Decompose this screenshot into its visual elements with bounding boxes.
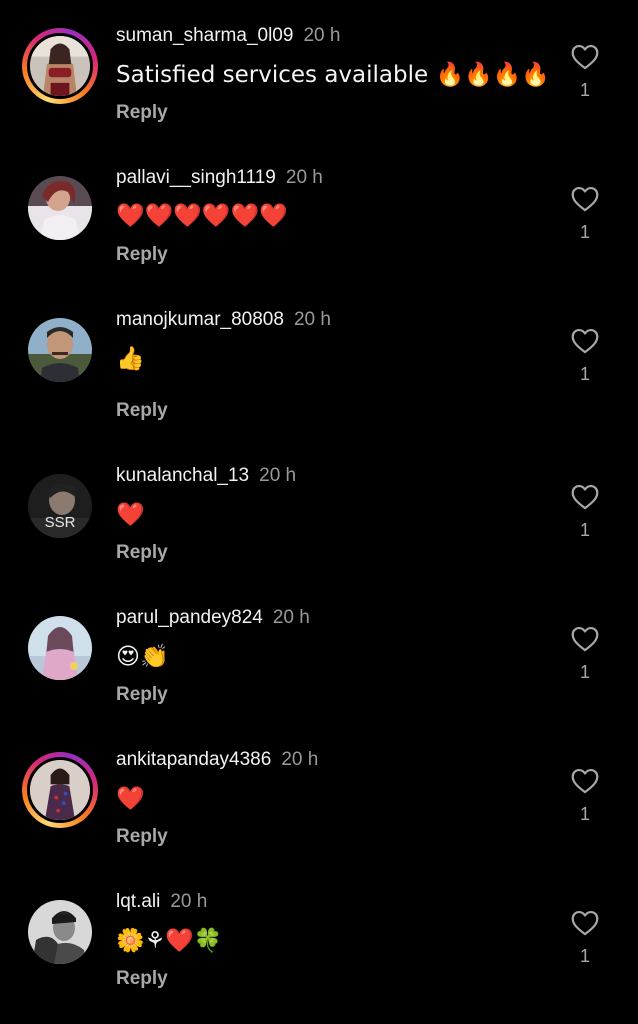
username[interactable]: manojkumar_80808 xyxy=(116,309,284,330)
avatar xyxy=(28,900,92,964)
avatar: SSR xyxy=(28,474,92,538)
avatar-frame[interactable] xyxy=(22,610,98,686)
comment-header: pallavi__singh1119 20 h xyxy=(116,165,323,191)
comment-text: ❤️ xyxy=(116,786,145,812)
avatar-frame[interactable] xyxy=(22,312,98,388)
reply-button[interactable]: Reply xyxy=(116,824,168,850)
comment-text: ❤️❤️❤️❤️❤️❤️ xyxy=(116,203,288,229)
reply-button[interactable]: Reply xyxy=(116,398,168,424)
heart-outline-icon[interactable] xyxy=(570,909,600,936)
like-button[interactable]: 1 xyxy=(566,625,604,682)
reply-button[interactable]: Reply xyxy=(116,682,168,708)
timestamp: 20 h xyxy=(272,607,310,628)
like-count: 1 xyxy=(579,804,590,824)
avatar-story-ring[interactable] xyxy=(22,28,98,104)
comment-header: suman_sharma_0l09 20 h xyxy=(116,23,340,49)
comment-text: ❤️ xyxy=(116,502,145,528)
heart-outline-icon[interactable] xyxy=(570,767,600,794)
avatar xyxy=(27,757,93,823)
username[interactable]: ankitapanday4386 xyxy=(116,749,271,770)
comment-item: ankitapanday4386 20 h ❤️ Reply 1 xyxy=(0,722,638,864)
comment-item: suman_sharma_0l09 20 h Satisfied services… xyxy=(0,0,638,140)
avatar xyxy=(28,616,92,680)
comment-header: parul_pandey824 20 h xyxy=(116,605,310,631)
reply-button[interactable]: Reply xyxy=(116,966,168,992)
like-count: 1 xyxy=(579,222,590,242)
avatar-frame[interactable] xyxy=(22,170,98,246)
comment-text: 😍👏 xyxy=(116,644,169,670)
avatar-frame[interactable]: SSR xyxy=(22,468,98,544)
like-button[interactable]: 1 xyxy=(566,185,604,242)
like-count: 1 xyxy=(579,364,590,384)
comment-header: lqt.ali 20 h xyxy=(116,889,207,915)
username[interactable]: pallavi__singh1119 xyxy=(116,167,276,188)
comment-text: 👍 xyxy=(116,346,145,372)
username[interactable]: suman_sharma_0l09 xyxy=(116,25,293,46)
avatar xyxy=(28,176,92,240)
like-count: 1 xyxy=(579,662,590,682)
timestamp: 20 h xyxy=(281,749,319,770)
timestamp: 20 h xyxy=(303,25,341,46)
like-button[interactable]: 1 xyxy=(566,327,604,384)
reply-button[interactable]: Reply xyxy=(116,100,168,126)
comment-header: ankitapanday4386 20 h xyxy=(116,747,318,773)
comment-item: manojkumar_80808 20 h 👍 Reply 1 xyxy=(0,282,638,438)
heart-outline-icon[interactable] xyxy=(570,327,600,354)
comment-item: lqt.ali 20 h 🌼⚘❤️🍀 Reply 1 xyxy=(0,864,638,1024)
like-count: 1 xyxy=(579,520,590,540)
like-button[interactable]: 1 xyxy=(566,767,604,824)
comment-item: parul_pandey824 20 h 😍👏 Reply 1 xyxy=(0,580,638,722)
comment-text: 🌼⚘❤️🍀 xyxy=(116,928,223,954)
reply-button[interactable]: Reply xyxy=(116,540,168,566)
like-count: 1 xyxy=(579,80,590,100)
username[interactable]: kunalanchal_13 xyxy=(116,465,249,486)
reply-button[interactable]: Reply xyxy=(116,242,168,268)
like-count: 1 xyxy=(579,946,590,966)
like-button[interactable]: 1 xyxy=(566,43,604,100)
avatar xyxy=(27,33,93,99)
heart-outline-icon[interactable] xyxy=(570,185,600,212)
heart-outline-icon[interactable] xyxy=(570,43,600,70)
timestamp: 20 h xyxy=(293,309,331,330)
like-button[interactable]: 1 xyxy=(566,909,604,966)
comment-item: pallavi__singh1119 20 h ❤️❤️❤️❤️❤️❤️ Repl… xyxy=(0,140,638,282)
username[interactable]: lqt.ali xyxy=(116,891,160,912)
heart-outline-icon[interactable] xyxy=(570,483,600,510)
comment-item: SSR kunalanchal_13 20 h ❤️ Reply 1 xyxy=(0,438,638,580)
comment-header: kunalanchal_13 20 h xyxy=(116,463,296,489)
timestamp: 20 h xyxy=(170,891,208,912)
like-button[interactable]: 1 xyxy=(566,483,604,540)
avatar-caption: SSR xyxy=(44,514,76,531)
comment-header: manojkumar_80808 20 h xyxy=(116,307,331,333)
timestamp: 20 h xyxy=(259,465,297,486)
comment-text: Satisfied services available 🔥🔥🔥🔥 xyxy=(116,62,550,88)
avatar-frame[interactable] xyxy=(22,894,98,970)
username[interactable]: parul_pandey824 xyxy=(116,607,263,628)
timestamp: 20 h xyxy=(285,167,323,188)
avatar xyxy=(28,318,92,382)
avatar-story-ring[interactable] xyxy=(22,752,98,828)
heart-outline-icon[interactable] xyxy=(570,625,600,652)
